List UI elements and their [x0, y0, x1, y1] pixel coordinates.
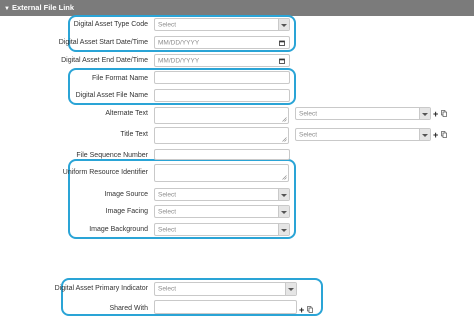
copy-icon[interactable]: [441, 110, 447, 117]
plus-icon[interactable]: +: [433, 131, 438, 140]
resize-grip-icon[interactable]: [282, 117, 287, 122]
end-date-label: Digital Asset End Date/Time: [61, 57, 148, 64]
image-facing-select[interactable]: Select: [154, 205, 290, 218]
end-date-placeholder: MM/DD/YYYY: [158, 57, 200, 64]
primary-indicator-select[interactable]: Select: [154, 282, 297, 296]
alternate-text-label: Alternate Text: [105, 110, 148, 117]
chevron-down-icon[interactable]: [285, 283, 296, 295]
title-text-textarea[interactable]: [154, 127, 289, 144]
image-facing-value: Select: [158, 208, 177, 215]
image-source-label: Image Source: [104, 191, 148, 198]
chevron-down-icon[interactable]: [278, 19, 289, 30]
section-title: External File Link: [11, 3, 75, 12]
primary-indicator-label: Digital Asset Primary Indicator: [54, 285, 148, 292]
uri-label: Uniform Resource Identifier: [62, 169, 148, 176]
file-sequence-number-label: File Sequence Number: [76, 152, 148, 159]
title-text-language-select[interactable]: Select: [295, 128, 431, 141]
image-source-select[interactable]: Select: [154, 188, 290, 201]
digital-asset-type-code-select[interactable]: Select: [154, 18, 290, 31]
image-background-label: Image Background: [89, 226, 148, 233]
copy-icon[interactable]: [307, 306, 313, 313]
start-date-placeholder: MM/DD/YYYY: [158, 39, 200, 46]
copy-icon[interactable]: [441, 131, 447, 138]
start-date-input[interactable]: MM/DD/YYYY: [154, 36, 290, 49]
resize-grip-icon[interactable]: [282, 175, 287, 180]
chevron-down-icon[interactable]: [419, 108, 430, 119]
image-background-select[interactable]: Select: [154, 223, 290, 236]
chevron-down-icon[interactable]: [278, 224, 289, 235]
chevron-down-icon[interactable]: [278, 189, 289, 200]
file-format-name-input[interactable]: [154, 71, 290, 84]
end-date-input[interactable]: MM/DD/YYYY: [154, 54, 290, 67]
resize-grip-icon[interactable]: [282, 137, 287, 142]
primary-indicator-value: Select: [158, 285, 177, 293]
plus-icon[interactable]: +: [299, 306, 304, 315]
alternate-text-language-select[interactable]: Select: [295, 107, 431, 120]
digital-asset-type-code-value: Select: [158, 21, 177, 28]
digital-asset-file-name-label: Digital Asset File Name: [75, 92, 148, 99]
image-background-value: Select: [158, 226, 177, 233]
plus-icon[interactable]: +: [433, 110, 438, 119]
image-source-value: Select: [158, 191, 177, 198]
alternate-text-textarea[interactable]: [154, 107, 289, 124]
shared-with-label: Shared With: [109, 305, 148, 312]
shared-with-input[interactable]: [154, 300, 297, 314]
chevron-down-icon[interactable]: [419, 129, 430, 140]
image-facing-label: Image Facing: [105, 208, 148, 215]
file-format-name-label: File Format Name: [91, 75, 148, 82]
digital-asset-type-code-label: Digital Asset Type Code: [73, 21, 148, 28]
start-date-label: Digital Asset Start Date/Time: [58, 39, 148, 46]
title-text-label: Title Text: [120, 131, 148, 138]
caret-down-icon: ▼: [4, 6, 10, 12]
title-text-language-value: Select: [299, 131, 318, 138]
uri-textarea[interactable]: [154, 164, 289, 182]
digital-asset-file-name-input[interactable]: [154, 89, 290, 102]
calendar-icon[interactable]: [279, 40, 285, 46]
section-header[interactable]: ▼ External File Link: [0, 0, 474, 16]
file-sequence-number-input[interactable]: [154, 149, 290, 160]
alternate-text-language-value: Select: [299, 110, 318, 117]
calendar-icon[interactable]: [279, 58, 285, 64]
chevron-down-icon[interactable]: [278, 206, 289, 217]
